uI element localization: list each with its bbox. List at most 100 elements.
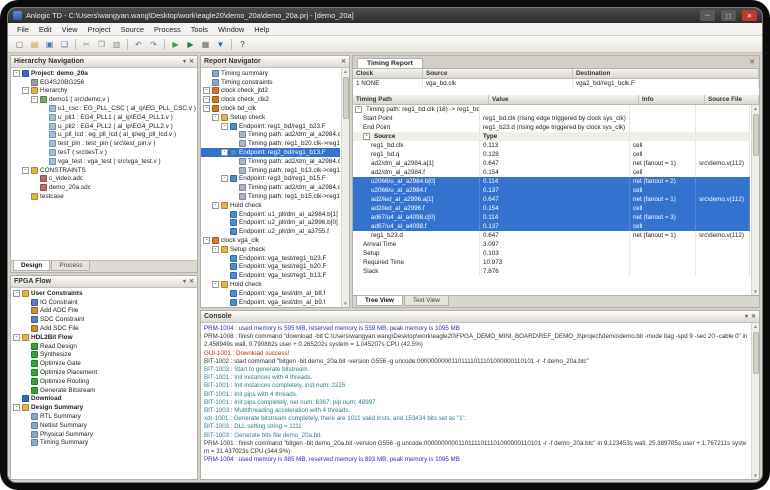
help-button[interactable]: ?	[236, 38, 249, 51]
cut-button[interactable]: ✂	[80, 38, 93, 51]
flow-item-row[interactable]: RTL Summary	[11, 412, 197, 421]
hierarchy-item-row[interactable]: -CONSTRAINTS	[11, 166, 197, 175]
flow-item-row[interactable]: Timing Summary	[11, 439, 197, 448]
menu-project[interactable]: Project	[83, 24, 116, 35]
flow-item-row[interactable]: Add SDC File	[11, 324, 197, 333]
tree-expander-icon[interactable]: -	[212, 114, 219, 121]
report-item-row[interactable]: Endpoint: vga_test/reg1_b20.F	[201, 263, 340, 272]
report-item-row[interactable]: Endpoint: vga_test/dm_al_b9.f	[201, 298, 340, 307]
tree-expander-icon[interactable]: -	[212, 202, 219, 209]
hierarchy-item-row[interactable]: demo_20a.sdc	[11, 183, 197, 192]
report-item-row[interactable]: Timing constraints	[201, 78, 340, 87]
tree-expander-icon[interactable]: -	[212, 281, 219, 288]
console-scrollbar[interactable]: ▲ ▼	[751, 323, 759, 479]
hierarchy-item-row[interactable]: testcase	[11, 192, 197, 201]
redo-button[interactable]: ↷	[147, 38, 160, 51]
timing-path-row[interactable]: reg1_bd.clk0.113cell	[353, 141, 750, 150]
close-tab-icon[interactable]: ✕	[749, 58, 755, 66]
report-item-row[interactable]: Endpoint: vga_test/reg1_b13.F	[201, 271, 340, 280]
scroll-up-icon[interactable]: ▲	[343, 68, 347, 75]
timing-path-row[interactable]: u2066/u_al_a2984.b[0]0.114net (fanout = …	[353, 177, 750, 186]
timing-path-row[interactable]: -SourceType	[353, 132, 750, 141]
tree-expander-icon[interactable]: -	[221, 149, 228, 156]
tree-expander-icon[interactable]: -	[31, 96, 38, 103]
flow-item-row[interactable]: IO Constraint	[11, 298, 197, 307]
hierarchy-item-row[interactable]: u_pll2 : EG4_PLL2 ( al_ip\EG4_PLL2.v )	[11, 122, 197, 131]
timing-path-row[interactable]: ad2/dm_al_a2984.a[1]0.647net (fanout = 1…	[353, 159, 750, 168]
close-button[interactable]: ✕	[742, 10, 757, 21]
report-item-row[interactable]: -Setup check	[201, 245, 340, 254]
undo-button[interactable]: ↶	[132, 38, 145, 51]
menu-tools[interactable]: Tools	[186, 24, 213, 35]
maximize-button[interactable]: ▢	[721, 10, 736, 21]
hierarchy-item-row[interactable]: EG4S20BG256	[11, 78, 197, 87]
open-file-button[interactable]: ▤	[28, 38, 41, 51]
hierarchy-item-row[interactable]: u_pll1 : EG4_PLL1 ( al_ip\EG4_PLL1.v )	[11, 113, 197, 122]
clock-row[interactable]: 1 NONEvga_bd.clkvga2_bd/reg1_bclk.F	[353, 79, 759, 88]
flow-item-row[interactable]: -User Constraints	[11, 289, 197, 298]
save-button[interactable]: ▣	[43, 38, 56, 51]
flow-item-row[interactable]: Optimize Routing	[11, 377, 197, 386]
tree-expander-icon[interactable]: -	[212, 246, 219, 253]
timing-path-row[interactable]: Setup0.103	[353, 249, 750, 258]
report-item-row[interactable]: -clock vga_clk	[201, 236, 340, 245]
flow-item-row[interactable]: -Design Summary	[11, 403, 197, 412]
hierarchy-item-row[interactable]: -demo1 ( src\demo.v )	[11, 95, 197, 104]
menu-edit[interactable]: Edit	[34, 24, 57, 35]
hierarchy-item-row[interactable]: test_pin : test_pin ( src\test_pin.v )	[11, 139, 197, 148]
timing-path-row[interactable]: u2066/u_al_a2984.f0.137cell	[353, 186, 750, 195]
report-item-row[interactable]: -clock check_clk2	[201, 95, 340, 104]
report-item-row[interactable]: Timing path: ad2/dm_al_a2984.clk->reg1_b…	[201, 157, 340, 166]
run-place-route-button[interactable]: ▶	[184, 38, 197, 51]
tab-process[interactable]: Process	[51, 261, 90, 271]
report-item-row[interactable]: -Hold check	[201, 280, 340, 289]
scroll-down-icon[interactable]: ▼	[753, 288, 757, 295]
timing-path-row[interactable]: reg1_b23.d0.647net (fanout = 1)src\demo.…	[353, 231, 750, 240]
minimize-button[interactable]: ─	[700, 10, 715, 21]
tree-expander-icon[interactable]: -	[203, 96, 210, 103]
tab-timing-report[interactable]: Timing Report	[357, 58, 423, 68]
flow-item-row[interactable]: Synthesize	[11, 351, 197, 360]
scroll-down-icon[interactable]: ▼	[343, 300, 347, 307]
download-button[interactable]: ▼	[214, 38, 227, 51]
flow-item-row[interactable]: -HDL2Bit Flow	[11, 333, 197, 342]
flow-item-row[interactable]: SDC Constraint	[11, 315, 197, 324]
timing-table-scrollbar[interactable]: ▲ ▼	[751, 105, 759, 295]
report-item-row[interactable]: Endpoint: vga_test/dm_al_b8.f	[201, 289, 340, 298]
timing-path-row[interactable]: ad67/u4_al_a4098.c[0]0.114net (fanout = …	[353, 213, 750, 222]
flow-item-row[interactable]: Add ADC File	[11, 307, 197, 316]
report-item-row[interactable]: -Endpoint: reg3_bd/reg1_b15.F	[201, 175, 340, 184]
menu-window[interactable]: Window	[213, 24, 249, 35]
tree-expander-icon[interactable]: -	[13, 334, 20, 341]
run-synthesize-button[interactable]: ▶	[169, 38, 182, 51]
scroll-up-icon[interactable]: ▲	[753, 105, 757, 112]
timing-path-row[interactable]: Arrival Time3.097	[353, 240, 750, 249]
menu-view[interactable]: View	[57, 24, 83, 35]
report-item-row[interactable]: Timing path: ad2/dm_al_a2984.clk->reg1_b…	[201, 131, 340, 140]
timing-path-row[interactable]: ad2/dm_al_a2984.f0.154cell	[353, 168, 750, 177]
flow-item-row[interactable]: Generate Bitstream	[11, 386, 197, 395]
tree-expander-icon[interactable]: -	[22, 167, 29, 174]
report-item-row[interactable]: -Endpoint: reg1_bd/reg1_b23.F	[201, 122, 340, 131]
menu-process[interactable]: Process	[149, 24, 186, 35]
tab-design[interactable]: Design	[13, 261, 50, 271]
hierarchy-item-row[interactable]: u_pll_lcd : eg_pll_lcd ( al_ip\eg_pll_lc…	[11, 131, 197, 140]
scroll-up-icon[interactable]: ▲	[753, 323, 757, 330]
tree-expander-icon[interactable]: -	[363, 133, 370, 140]
timing-path-row[interactable]: -Timing path: reg1_bd.clk (18) -> reg1_b…	[353, 105, 750, 114]
timing-path-row[interactable]: ad2/led_al_a2996.a[1]0.647net (fanout = …	[353, 195, 750, 204]
report-item-row[interactable]: -clock bd_clk	[201, 104, 340, 113]
timing-path-row[interactable]: Start Pointreg1_bd.clk (rising edge trig…	[353, 114, 750, 123]
report-item-row[interactable]: Timing summary	[201, 69, 340, 78]
dock-icon[interactable]: ▾	[745, 314, 748, 320]
menu-source[interactable]: Source	[116, 24, 149, 35]
scrollbar-thumb[interactable]	[753, 114, 759, 156]
flow-item-row[interactable]: Optimize Placement	[11, 368, 197, 377]
save-all-button[interactable]: ❏	[58, 38, 71, 51]
scrollbar-thumb[interactable]	[753, 332, 759, 374]
tree-expander-icon[interactable]: -	[203, 237, 210, 244]
scrollbar-thumb[interactable]	[343, 77, 349, 119]
report-item-row[interactable]: -Hold check	[201, 201, 340, 210]
report-item-row[interactable]: Endpoint: u2_pll/dm_al_a2996.b[0]	[201, 219, 340, 228]
timing-path-row[interactable]: Slack7.876	[353, 267, 750, 276]
